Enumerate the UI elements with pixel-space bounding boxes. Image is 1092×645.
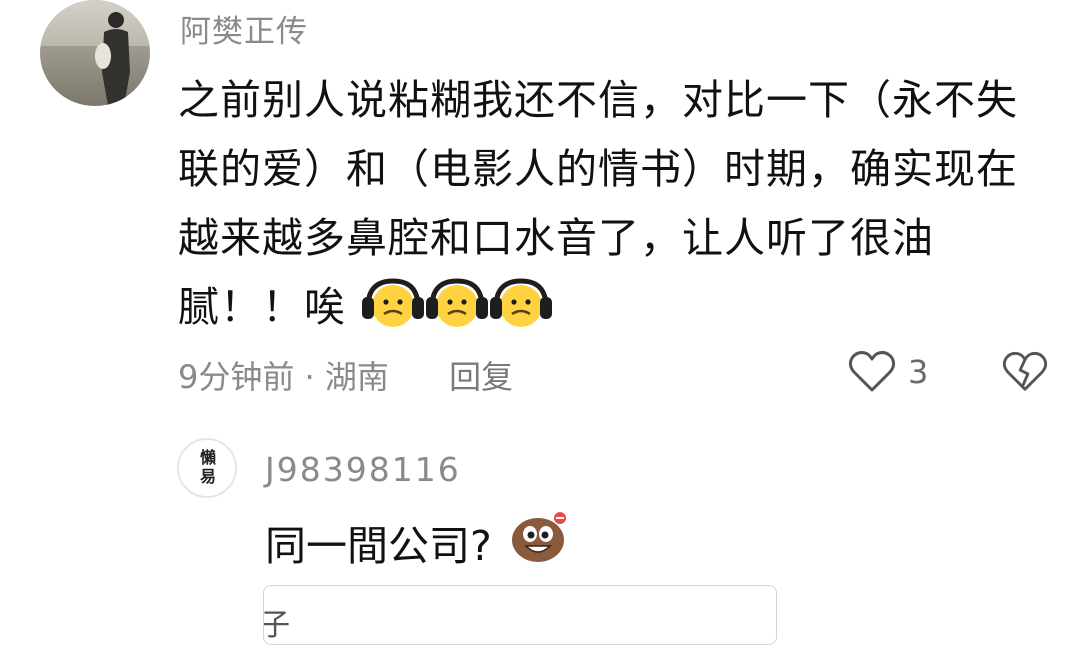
comment-meta: 9分钟前 · 湖南 回复 xyxy=(178,352,513,398)
reply-input-text: 子 xyxy=(263,608,290,643)
reply-text: 同一間公司? xyxy=(265,522,492,570)
reply-author-name[interactable]: J98398116 xyxy=(265,450,461,489)
headphones-worried-face-icon xyxy=(426,277,489,350)
like-button[interactable]: 3 xyxy=(848,350,928,394)
heart-icon xyxy=(848,351,896,392)
broken-heart-icon[interactable] xyxy=(1002,350,1048,394)
reply-button[interactable]: 回复 xyxy=(449,358,513,396)
comment-body: 之前别人说粘糊我还不信，对比一下（永不失联的爱）和（电影人的情书）时期，确实现在… xyxy=(178,66,1058,350)
avatar-person-figure xyxy=(95,12,130,106)
grinning-bean-icon xyxy=(510,510,570,574)
reply-input[interactable]: 子 xyxy=(263,585,777,645)
comment-text: 之前别人说粘糊我还不信，对比一下（永不失联的爱）和（电影人的情书）时期，确实现在… xyxy=(178,76,1018,331)
meta-separator: · xyxy=(304,358,315,396)
headphones-worried-face-icon xyxy=(490,277,553,350)
reply-avatar-calligraphy: 懶 易 xyxy=(199,448,216,486)
avatar[interactable] xyxy=(40,0,150,106)
comment-time: 9分钟前 xyxy=(178,358,295,396)
reply-body: 同一間公司? xyxy=(265,510,570,574)
comment-author-name[interactable]: 阿樊正传 xyxy=(180,6,308,51)
like-count: 3 xyxy=(908,353,929,391)
comment-location: 湖南 xyxy=(324,358,389,396)
headphones-worried-face-icon xyxy=(362,277,425,350)
reply-avatar[interactable]: 懶 易 xyxy=(177,438,237,498)
